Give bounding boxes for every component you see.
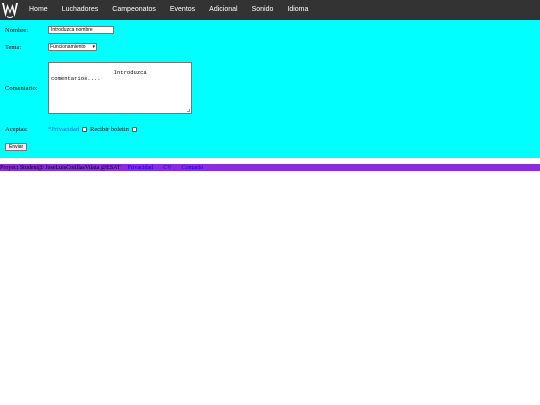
nav-links: Home Luchadores Campeonatos Eventos Adic…	[22, 0, 315, 20]
privacidad-link[interactable]: Privacidad	[51, 126, 79, 133]
chevron-down-icon: ▾	[92, 44, 95, 50]
nombre-input[interactable]: Introduzca nombre	[48, 26, 114, 34]
footer: Proyect Student@ JoseLuisCotillasVilata …	[0, 164, 540, 171]
nav-item-idioma[interactable]: Idioma	[280, 0, 315, 20]
nav-item-adicional[interactable]: Adicional	[202, 0, 244, 20]
boletin-checkbox[interactable]	[131, 126, 137, 132]
enviar-button[interactable]: Enviar	[5, 143, 28, 151]
tema-label: Tema:	[5, 44, 22, 51]
top-nav: Home Luchadores Campeonatos Eventos Adic…	[0, 0, 540, 20]
nombre-label: Nombre:	[5, 27, 29, 34]
footer-link-contacto[interactable]: Contacto	[182, 165, 204, 171]
contact-form-panel: Nombre: Introduzca nombre Tema: Funciona…	[0, 20, 540, 158]
footer-link-cv[interactable]: CV	[163, 165, 171, 171]
nav-item-campeonatos[interactable]: Campeonatos	[105, 0, 163, 20]
footer-link-privacidad[interactable]: Privacidad	[128, 165, 154, 171]
nav-item-sonido[interactable]: Sonido	[245, 0, 281, 20]
nav-item-home[interactable]: Home	[22, 0, 55, 20]
resize-handle-icon[interactable]	[187, 109, 190, 112]
footer-credit: Proyect Student@ JoseLuisCotillasVilata …	[0, 164, 121, 171]
boletin-label: Recibir boletin	[90, 125, 129, 133]
wwe-logo-icon	[2, 3, 18, 18]
accept-line: * Privacidad Recibir boletin	[48, 125, 140, 133]
tema-select[interactable]: Funcionamiento ▾	[48, 43, 97, 51]
aceptas-label: Aceptas:	[5, 126, 28, 133]
privacidad-checkbox[interactable]	[82, 126, 88, 132]
wwe-logo[interactable]	[0, 0, 20, 20]
comentario-label: Comentario:	[5, 85, 38, 92]
tema-selected-value: Funcionamiento	[50, 44, 86, 50]
comentario-textarea[interactable]: Introduzca comentarios....	[48, 62, 192, 114]
nav-item-eventos[interactable]: Eventos	[163, 0, 202, 20]
nav-item-luchadores[interactable]: Luchadores	[55, 0, 106, 20]
comentario-placeholder: Introduzca comentarios....	[51, 69, 147, 82]
